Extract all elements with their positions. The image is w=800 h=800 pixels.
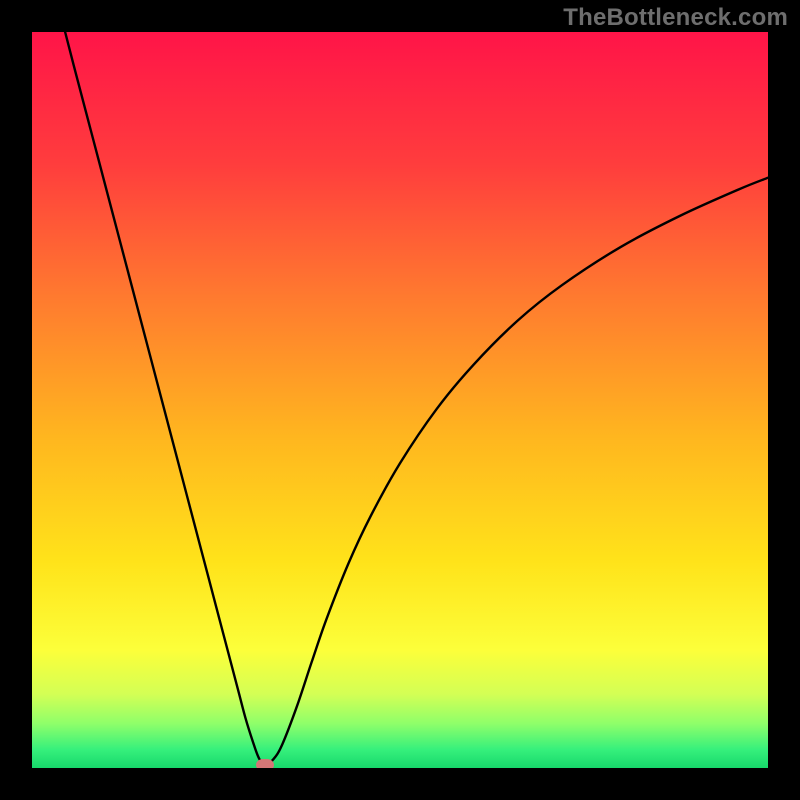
plot-area	[32, 32, 768, 768]
minimum-marker	[256, 759, 274, 768]
watermark-text: TheBottleneck.com	[563, 4, 788, 32]
bottleneck-curve	[32, 32, 768, 768]
chart-frame: TheBottleneck.com	[0, 0, 800, 800]
